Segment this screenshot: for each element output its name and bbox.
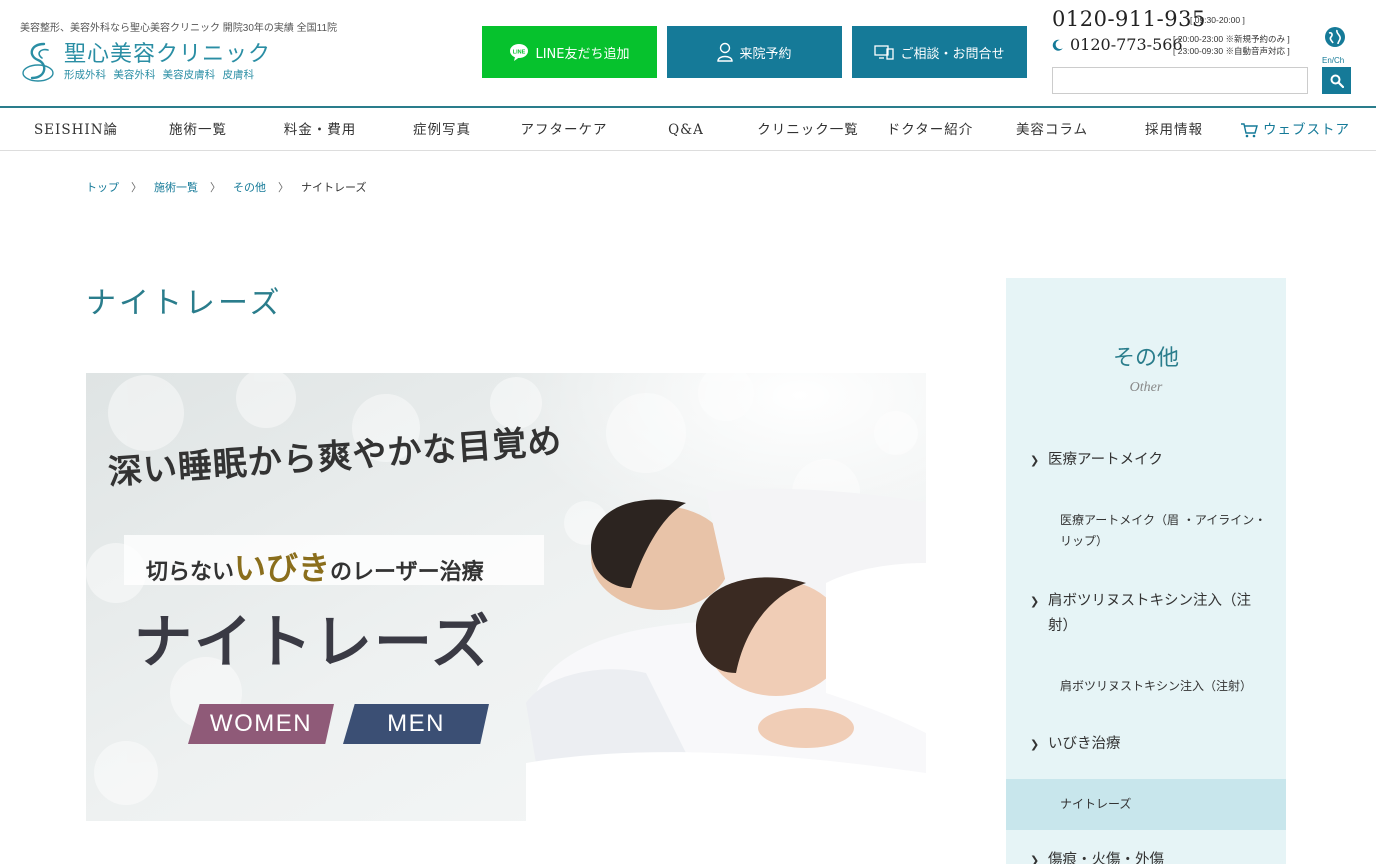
sidebar-title: その他 — [1112, 346, 1179, 371]
chevron-right-icon: ❯ — [1030, 454, 1040, 467]
category-sidebar: その他 Other ❯ 医療アートメイク 医療アートメイク（眉 ・アイライン・リ… — [1006, 278, 1286, 864]
women-badge: WOMEN — [188, 704, 334, 744]
search-input[interactable] — [1052, 67, 1308, 94]
language-switch[interactable]: En/Ch — [1322, 56, 1344, 65]
breadcrumb-current: ナイトレーズ — [301, 181, 367, 194]
chevron-right-icon: ❯ — [1030, 595, 1040, 608]
nav-item-recruit[interactable]: 採用情報 — [1118, 109, 1230, 151]
phone-night-note-2: [ 23:00-09:30 ※自動音声対応 ] — [1173, 46, 1290, 56]
reserve-label: 来院予約 — [739, 46, 792, 62]
line-friend-label: LINE友だち追加 — [535, 46, 630, 62]
page-title: ナイトレーズ — [86, 286, 283, 321]
sidebar-item-label: 傷痕・火傷・外傷 — [1048, 852, 1164, 864]
hero-subline-post: のレーザー治療 — [330, 560, 484, 585]
contact-button[interactable]: ご相談・お問合せ — [852, 26, 1027, 78]
men-badge: MEN — [343, 704, 489, 744]
breadcrumb-separator: 〉 — [131, 181, 142, 194]
sidebar-subtitle: Other — [1129, 380, 1163, 395]
nav-item-seishin[interactable]: SEISHIN論 — [20, 109, 132, 151]
breadcrumb-separator: 〉 — [278, 181, 289, 194]
nav-item-column[interactable]: 美容コラム — [996, 109, 1108, 151]
hero-subline-pre: 切らない — [146, 560, 235, 585]
nav-item-webstore[interactable]: ウェブストア — [1240, 109, 1356, 151]
search-button[interactable] — [1322, 67, 1351, 94]
nav-item-aftercare[interactable]: アフターケア — [508, 109, 620, 151]
globe-icon[interactable] — [1324, 26, 1346, 48]
nav-item-clinics[interactable]: クリニック一覧 — [748, 109, 868, 151]
sidebar-subitem-art-make[interactable]: 医療アートメイク（眉 ・アイライン・リップ） — [1060, 510, 1270, 552]
sidebar-active-row — [1006, 779, 1286, 830]
hero-banner: 深い睡眠から爽やかな目覚め 切らないいびきのレーザー治療 ナイトレーズ WOME… — [86, 373, 926, 821]
logo-subtitle: 形成外科 美容外科 美容皮膚科 皮膚科 — [64, 69, 255, 81]
sidebar-item-label: 医療アートメイク — [1048, 452, 1163, 468]
contact-label: ご相談・お問合せ — [900, 46, 1005, 62]
site-header: 美容整形、美容外科なら聖心美容クリニック 開院30年の実績 全国11院 聖心美容… — [0, 0, 1376, 108]
cart-icon — [1241, 123, 1258, 138]
phone-night-notes: [ 20:00-23:00 ※新規予約のみ ] [ 23:00-09:30 ※自… — [1173, 33, 1290, 57]
line-friend-button[interactable]: LINE LINE友だち追加 — [482, 26, 657, 78]
chevron-right-icon: ❯ — [1030, 738, 1040, 751]
moon-icon — [1052, 39, 1063, 51]
sidebar-subitem-nightlase[interactable]: ナイトレーズ — [1060, 795, 1131, 812]
sidebar-item-scars[interactable]: ❯ 傷痕・火傷・外傷 — [1030, 848, 1270, 864]
logo-mark-icon — [22, 42, 54, 82]
sidebar-subitem-shoulder-botox[interactable]: 肩ボツリヌストキシン注入（注射） — [1060, 676, 1270, 697]
chevron-right-icon: ❯ — [1030, 854, 1040, 864]
nav-item-qa[interactable]: Q&A — [630, 109, 742, 151]
breadcrumb: トップ 〉 施術一覧 〉 その他 〉 ナイトレーズ — [86, 179, 366, 195]
hero-subline: 切らないいびきのレーザー治療 — [146, 543, 484, 589]
line-icon: LINE — [509, 43, 529, 61]
webstore-label: ウェブストア — [1263, 122, 1350, 138]
nav-item-treatments[interactable]: 施術一覧 — [142, 109, 254, 151]
nav-item-cases[interactable]: 症例写真 — [386, 109, 498, 151]
svg-text:LINE: LINE — [513, 50, 526, 56]
phone-night-note-1: [ 20:00-23:00 ※新規予約のみ ] — [1173, 34, 1290, 44]
sidebar-item-label: いびき治療 — [1048, 736, 1121, 752]
site-logo[interactable]: 聖心美容クリニック 形成外科 美容外科 美容皮膚科 皮膚科 — [20, 40, 271, 84]
phone-night[interactable]: 0120-773-566 — [1070, 35, 1183, 54]
sidebar-item-label: 肩ボツリヌストキシン注入（注射） — [1048, 593, 1251, 634]
sidebar-item-art-make[interactable]: ❯ 医療アートメイク — [1030, 448, 1270, 473]
global-nav: SEISHIN論 施術一覧 料金・費用 症例写真 アフターケア Q&A クリニッ… — [0, 109, 1376, 151]
hero-product-name: ナイトレーズ — [134, 608, 492, 676]
phone-main[interactable]: 0120-911-935 — [1052, 7, 1206, 31]
breadcrumb-treatments[interactable]: 施術一覧 — [154, 179, 198, 195]
search-icon — [1330, 74, 1344, 88]
hero-subline-highlight: いびき — [234, 549, 331, 587]
breadcrumb-top[interactable]: トップ — [86, 179, 119, 195]
person-icon — [717, 42, 734, 62]
nav-item-doctors[interactable]: ドクター紹介 — [874, 109, 986, 151]
sidebar-item-shoulder-botox[interactable]: ❯ 肩ボツリヌストキシン注入（注射） — [1030, 589, 1270, 639]
logo-name: 聖心美容クリニック — [64, 42, 272, 67]
nav-item-prices[interactable]: 料金・費用 — [264, 109, 376, 151]
sidebar-item-snoring[interactable]: ❯ いびき治療 — [1030, 732, 1270, 757]
monitor-icon — [874, 44, 895, 60]
breadcrumb-separator: 〉 — [210, 181, 221, 194]
reserve-button[interactable]: 来院予約 — [667, 26, 842, 78]
breadcrumb-other[interactable]: その他 — [233, 179, 266, 195]
header-tagline: 美容整形、美容外科なら聖心美容クリニック 開院30年の実績 全国11院 — [20, 23, 338, 34]
phone-main-hours: [ 09:30-20:00 ] — [1190, 15, 1245, 25]
